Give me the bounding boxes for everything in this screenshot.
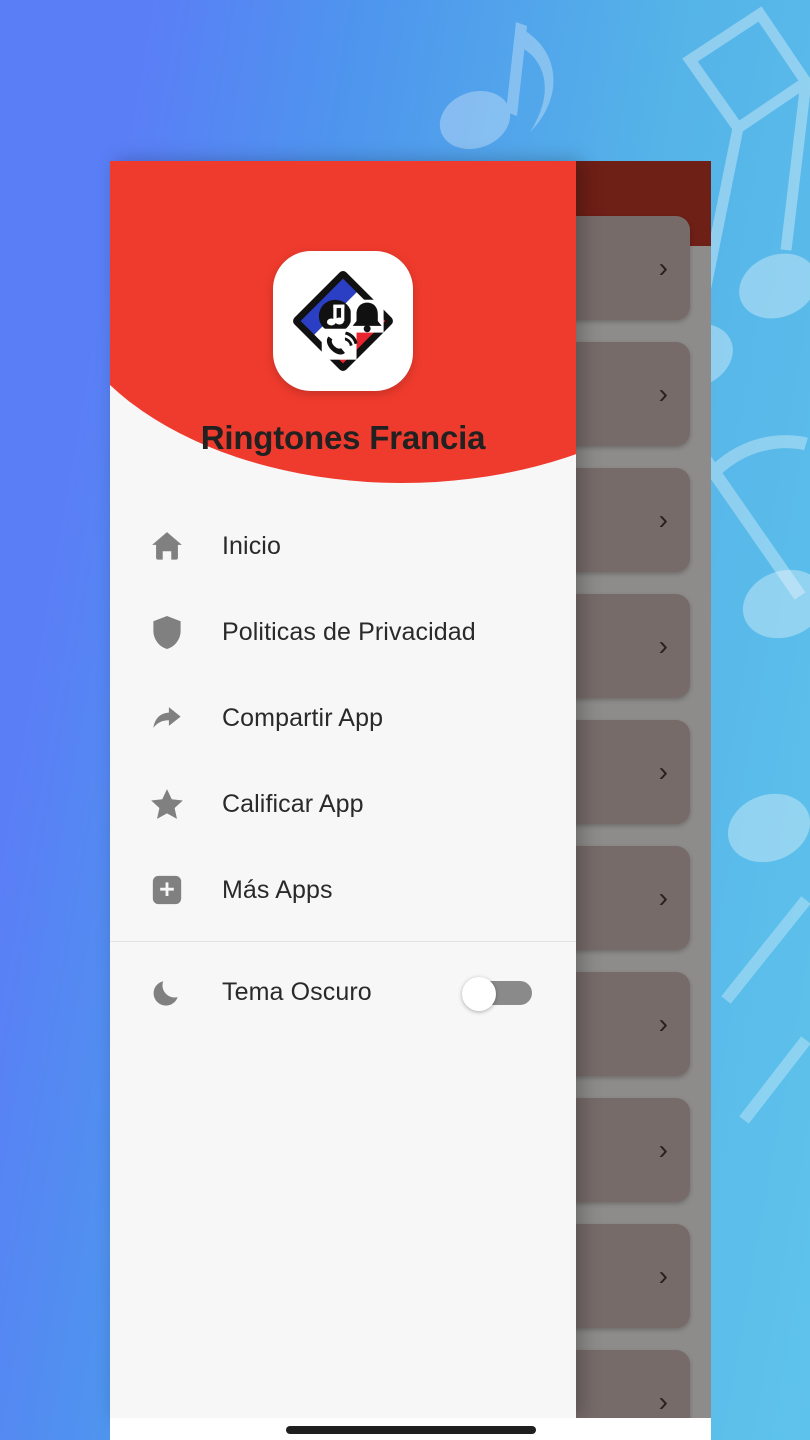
menu-item-share-app[interactable]: Compartir App <box>110 675 576 761</box>
menu-item-inicio[interactable]: Inicio <box>110 503 576 589</box>
home-icon <box>136 527 198 565</box>
menu-item-dark-theme[interactable]: Tema Oscuro <box>110 942 576 1042</box>
shield-icon <box>136 613 198 651</box>
menu-item-label: Tema Oscuro <box>222 977 372 1006</box>
share-icon <box>136 699 198 737</box>
menu-item-label: Politicas de Privacidad <box>222 617 476 646</box>
navigation-drawer: Ringtones Francia Inicio Politicas de Pr… <box>110 161 576 1418</box>
dark-theme-toggle[interactable] <box>462 977 532 1011</box>
app-logo <box>273 251 413 391</box>
menu-item-label: Compartir App <box>222 703 384 732</box>
gesture-home-pill[interactable] <box>285 1426 536 1434</box>
drawer-menu: Inicio Politicas de Privacidad Compartir… <box>110 503 576 933</box>
menu-item-more-apps[interactable]: Más Apps <box>110 847 576 933</box>
moon-icon <box>136 975 198 1009</box>
menu-item-label: Más Apps <box>222 875 333 904</box>
star-icon <box>136 785 198 823</box>
app-title: Ringtones Francia <box>200 419 486 456</box>
plus-box-icon <box>136 873 198 907</box>
toggle-knob[interactable] <box>462 977 496 1011</box>
system-navigation-bar <box>110 1418 711 1440</box>
menu-item-label: Inicio <box>222 531 281 560</box>
menu-item-label: Calificar App <box>222 789 364 818</box>
menu-item-privacy-policy[interactable]: Politicas de Privacidad <box>110 589 576 675</box>
menu-item-rate-app[interactable]: Calificar App <box>110 761 576 847</box>
ringtones-francia-app-icon <box>293 271 393 371</box>
drawer-header: Ringtones Francia <box>110 161 576 491</box>
